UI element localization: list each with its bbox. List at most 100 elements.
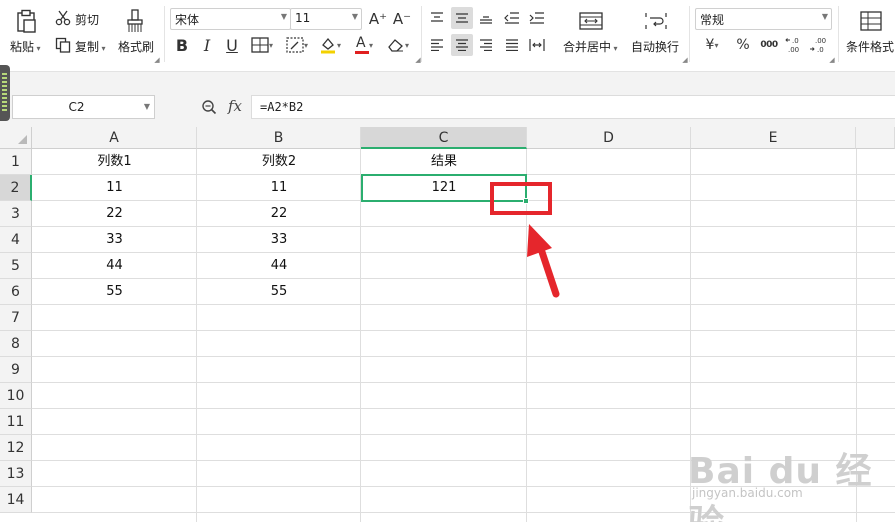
side-panel-handle[interactable] xyxy=(0,65,10,121)
align-top-icon[interactable] xyxy=(427,8,447,28)
column-header-d[interactable]: D xyxy=(527,127,691,149)
cell-b6[interactable]: 55 xyxy=(197,279,361,305)
row-gridline xyxy=(32,356,895,357)
row-header-3[interactable]: 3 xyxy=(0,201,32,227)
ribbon-divider xyxy=(164,6,165,62)
cell-a6[interactable]: 55 xyxy=(32,279,197,305)
row-header-6[interactable]: 6 xyxy=(0,279,32,305)
row-header-9[interactable]: 9 xyxy=(0,357,32,383)
merge-center-icon[interactable] xyxy=(578,10,604,32)
paste-icon[interactable] xyxy=(14,8,38,34)
copy-dropdown-icon[interactable]: ▾ xyxy=(99,44,106,53)
italic-icon[interactable]: I xyxy=(197,35,217,55)
font-name-select[interactable]: 宋体 ▼ xyxy=(170,8,291,30)
decrease-font-icon[interactable]: A⁻ xyxy=(392,9,412,29)
row-header-13[interactable]: 13 xyxy=(0,461,32,487)
align-middle-icon[interactable] xyxy=(451,7,473,29)
cell-b4[interactable]: 33 xyxy=(197,227,361,253)
formula-input[interactable]: =A2*B2 xyxy=(251,95,895,119)
font-size-select[interactable]: 11 ▼ xyxy=(290,8,362,30)
merge-dropdown-icon[interactable]: ▾ xyxy=(611,44,618,53)
cell-b1[interactable]: 列数2 xyxy=(197,149,361,175)
chevron-down-icon: ▼ xyxy=(351,12,358,21)
bold-icon[interactable]: B xyxy=(172,35,192,55)
copy-button[interactable]: 复制 ▾ xyxy=(75,38,106,55)
font-color-icon[interactable]: A ▾ xyxy=(350,35,378,55)
cell-c1[interactable]: 结果 xyxy=(361,149,527,175)
align-left-icon[interactable] xyxy=(427,35,447,55)
select-all-corner[interactable] xyxy=(0,127,32,149)
row-header-8[interactable]: 8 xyxy=(0,331,32,357)
watermark-brand: Bai du 经验 xyxy=(688,451,873,522)
conditional-format-icon[interactable] xyxy=(858,10,884,32)
number-format-value: 常规 xyxy=(700,13,725,27)
number-launcher-icon[interactable]: ◢ xyxy=(828,56,836,64)
paste-button[interactable]: 粘贴 ▾ xyxy=(10,38,41,55)
row-header-14[interactable]: 14 xyxy=(0,487,32,513)
currency-symbol: ¥ xyxy=(705,37,715,53)
chevron-down-icon[interactable]: ▼ xyxy=(144,102,150,111)
thousands-separator-icon[interactable]: 000 xyxy=(757,35,781,55)
eraser-icon[interactable]: ▾ xyxy=(383,35,413,55)
cell-a2[interactable]: 11 xyxy=(32,175,197,201)
column-header-next[interactable] xyxy=(856,127,895,149)
justify-icon[interactable] xyxy=(502,35,522,55)
cut-button[interactable]: 剪切 xyxy=(75,11,99,28)
row-header-11[interactable]: 11 xyxy=(0,409,32,435)
border-icon[interactable]: ▾ xyxy=(247,35,277,55)
row-header-4[interactable]: 4 xyxy=(0,227,32,253)
fill-color-icon[interactable]: ▾ xyxy=(314,35,346,55)
underline-icon[interactable]: U xyxy=(222,35,242,55)
cell-a1[interactable]: 列数1 xyxy=(32,149,197,175)
decrease-decimal-icon[interactable]: .00.0 xyxy=(808,34,830,56)
row-header-12[interactable]: 12 xyxy=(0,435,32,461)
row-header-10[interactable]: 10 xyxy=(0,383,32,409)
increase-indent-icon[interactable] xyxy=(527,8,547,28)
align-center-icon[interactable] xyxy=(451,34,473,56)
column-header-c[interactable]: C xyxy=(361,127,527,149)
ribbon-divider xyxy=(689,6,690,62)
wrap-text-button[interactable]: 自动换行 xyxy=(631,38,679,55)
column-header-a[interactable]: A xyxy=(32,127,197,149)
row-header-1[interactable]: 1 xyxy=(0,149,32,175)
copy-icon[interactable] xyxy=(54,36,72,54)
cell-b2[interactable]: 11 xyxy=(197,175,361,201)
currency-icon[interactable]: ¥ ▾ xyxy=(699,35,725,55)
zoom-search-icon[interactable] xyxy=(199,97,219,117)
align-right-icon[interactable] xyxy=(476,35,496,55)
distributed-align-icon[interactable] xyxy=(527,35,547,55)
chevron-down-icon: ▼ xyxy=(821,12,828,21)
align-bottom-icon[interactable] xyxy=(476,8,496,28)
column-header-e[interactable]: E xyxy=(691,127,856,149)
column-header-b[interactable]: B xyxy=(197,127,361,149)
cell-a5[interactable]: 44 xyxy=(32,253,197,279)
name-box[interactable]: C2 ▼ xyxy=(12,95,155,119)
number-format-select[interactable]: 常规 ▼ xyxy=(695,8,832,30)
font-size-value: 11 xyxy=(295,11,311,25)
paste-dropdown-icon[interactable]: ▾ xyxy=(34,44,41,53)
cell-b3[interactable]: 22 xyxy=(197,201,361,227)
merge-center-button[interactable]: 合并居中 ▾ xyxy=(563,38,618,55)
wrap-text-icon[interactable] xyxy=(643,10,669,32)
decrease-indent-icon[interactable] xyxy=(502,8,522,28)
scissors-icon[interactable] xyxy=(54,9,72,27)
clipboard-launcher-icon[interactable]: ◢ xyxy=(153,56,161,64)
cell-b5[interactable]: 44 xyxy=(197,253,361,279)
increase-decimal-icon[interactable]: .0.00 xyxy=(784,34,806,56)
format-painter-icon[interactable] xyxy=(125,8,145,34)
fill-style-icon[interactable]: ▾ xyxy=(282,35,312,55)
conditional-format-button[interactable]: 条件格式 xyxy=(846,38,894,55)
row-header-5[interactable]: 5 xyxy=(0,253,32,279)
row-header-7[interactable]: 7 xyxy=(0,305,32,331)
cell-a4[interactable]: 33 xyxy=(32,227,197,253)
svg-text:.00: .00 xyxy=(788,46,799,54)
insert-function-icon[interactable]: fx xyxy=(225,96,245,116)
cell-a3[interactable]: 22 xyxy=(32,201,197,227)
fx-label: fx xyxy=(227,97,242,115)
percent-icon[interactable]: % xyxy=(733,35,753,55)
format-painter-button[interactable]: 格式刷 xyxy=(118,38,154,55)
row-gridline xyxy=(32,330,895,331)
alignment-launcher-icon[interactable]: ◢ xyxy=(681,56,689,64)
increase-font-icon[interactable]: A⁺ xyxy=(368,9,388,29)
row-header-2[interactable]: 2 xyxy=(0,175,32,201)
